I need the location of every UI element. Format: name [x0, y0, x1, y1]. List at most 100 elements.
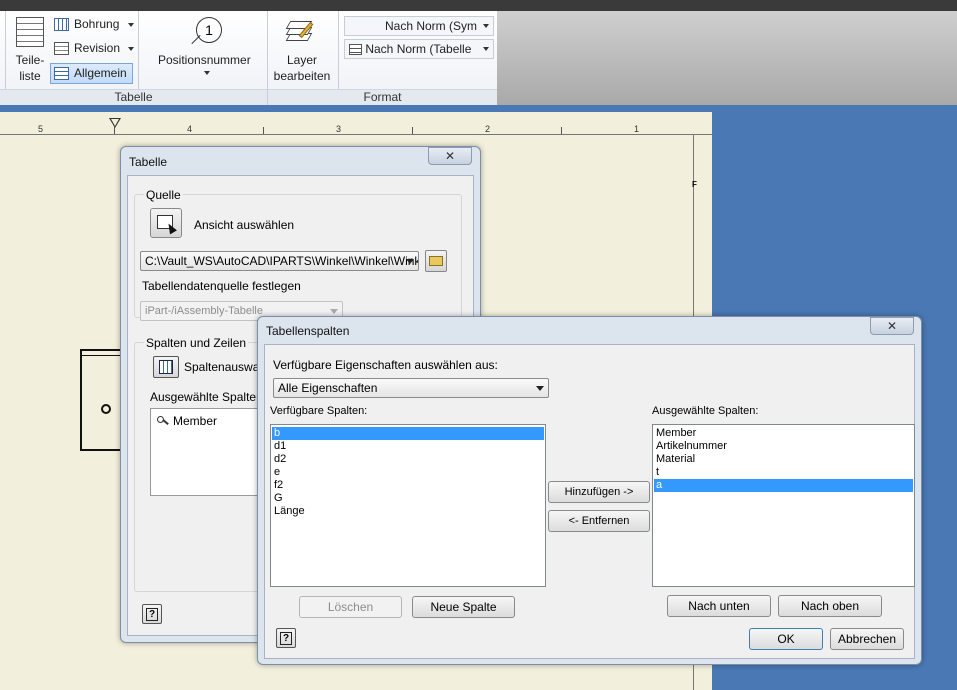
ruler-number: 4 [187, 124, 193, 134]
balloon-button[interactable]: 1 Positionsnummer [150, 15, 264, 87]
ruler-number: 5 [38, 124, 44, 134]
delete-column-button[interactable]: Löschen [299, 596, 402, 618]
list-item[interactable]: Artikelnummer [654, 440, 727, 453]
folder-icon [429, 256, 443, 266]
ribbon-empty-area [497, 11, 957, 105]
revision-table-label: Revision [74, 41, 121, 55]
props-from-label: Verfügbare Eigenschaften auswählen aus: [273, 358, 498, 372]
help-icon: ? [280, 632, 292, 645]
edit-layers-label-line2: bearbeiten [273, 69, 331, 83]
column-chooser-icon [159, 360, 173, 374]
cursor-arrow-icon [165, 221, 177, 235]
browse-file-button[interactable] [425, 250, 447, 272]
list-item[interactable]: t [654, 466, 659, 479]
symbol-style-value: Nach Norm (Sym [384, 19, 477, 33]
hole-table-icon [54, 18, 69, 31]
group-title-format: Format [268, 89, 497, 105]
ribbon-panel: Teile- liste Bohrung Revision Allgemein … [0, 11, 497, 105]
ruler-number: 1 [634, 124, 640, 134]
ruler-tick [561, 127, 562, 134]
remove-column-button[interactable]: <- Entfernen [548, 510, 650, 532]
add-column-button[interactable]: Hinzufügen -> [548, 481, 650, 503]
datasource-label: Tabellendatenquelle festlegen [142, 279, 301, 293]
source-file-value: C:\Vault_WS\AutoCAD\IPARTS\Winkel\Winkel… [145, 254, 419, 268]
balloon-icon: 1 [196, 17, 222, 43]
general-table-button[interactable]: Allgemein [50, 63, 133, 84]
selected-column-item[interactable]: Member [173, 414, 217, 428]
chevron-down-icon [483, 47, 489, 51]
parts-list-button[interactable]: Teile- liste [10, 15, 50, 87]
selected-columns-label: Ausgewählte Spalten [150, 390, 263, 404]
chevron-down-icon [128, 23, 134, 27]
new-column-button[interactable]: Neue Spalte [412, 596, 515, 618]
hole-table-label: Bohrung [74, 17, 120, 31]
list-item[interactable]: a [654, 479, 913, 492]
move-down-button[interactable]: Nach unten [667, 595, 771, 617]
table-style-icon [349, 44, 362, 56]
list-item[interactable]: f2 [272, 479, 283, 492]
group-title-table: Tabelle [0, 89, 267, 105]
title-strip [0, 0, 957, 11]
general-table-icon [54, 67, 69, 80]
help-icon: ? [146, 608, 158, 621]
hole-table-button[interactable]: Bohrung [52, 15, 136, 35]
key-icon [157, 416, 169, 426]
sheet-border-top [0, 134, 712, 135]
table-style-value: Nach Norm (Tabelle [365, 42, 472, 56]
source-file-combo[interactable]: C:\Vault_WS\AutoCAD\IPARTS\Winkel\Winkel… [140, 251, 419, 271]
chevron-down-icon [536, 386, 544, 391]
cancel-button[interactable]: Abbrechen [830, 628, 904, 650]
edit-layers-button[interactable]: Layer bearbeiten [270, 15, 334, 87]
available-columns-list[interactable]: b d1 d2 e f2 G Länge [270, 424, 546, 587]
columns-rows-group-label: Spalten und Zeilen [144, 336, 249, 350]
close-icon: ✕ [886, 319, 898, 333]
columns-dialog-client: Verfügbare Eigenschaften auswählen aus: … [264, 344, 915, 659]
columns-dialog: Tabellenspalten ✕ Verfügbare Eigenschaft… [257, 316, 922, 665]
list-item[interactable]: b [272, 427, 544, 440]
layers-icon [285, 19, 314, 45]
help-button[interactable]: ? [276, 628, 296, 648]
help-button[interactable]: ? [142, 604, 162, 624]
selected-columns-list[interactable]: Member Artikelnummer Material t a [652, 424, 915, 587]
props-from-value: Alle Eigenschaften [278, 381, 378, 395]
center-mark-inner [111, 119, 119, 126]
drawing-hole [101, 404, 111, 414]
available-columns-label: Verfügbare Spalten: [270, 405, 368, 417]
parts-list-label-line1: Teile- [15, 53, 45, 67]
general-table-label: Allgemein [74, 66, 127, 80]
ruler-number: 3 [336, 124, 342, 134]
table-style-combo[interactable]: Nach Norm (Tabelle [344, 39, 494, 59]
ruler-tick [114, 127, 115, 134]
balloon-label: Positionsnummer [158, 53, 251, 67]
close-button[interactable]: ✕ [870, 317, 914, 335]
list-item[interactable]: Material [654, 453, 695, 466]
ok-button[interactable]: OK [749, 628, 823, 650]
chevron-down-icon [128, 47, 134, 51]
close-icon: ✕ [444, 149, 456, 163]
list-item[interactable]: e [272, 466, 280, 479]
chevron-down-icon [330, 309, 338, 314]
chevron-down-icon [204, 71, 210, 75]
edit-layers-label-line1: Layer [286, 53, 318, 67]
props-from-combo[interactable]: Alle Eigenschaften [273, 378, 549, 398]
column-chooser-button[interactable] [153, 356, 179, 378]
list-item[interactable]: Member [654, 427, 696, 440]
chevron-down-icon [406, 259, 414, 264]
close-button[interactable]: ✕ [428, 147, 472, 165]
list-item[interactable]: G [272, 492, 283, 505]
ruler-tick [412, 127, 413, 134]
symbol-style-combo[interactable]: Nach Norm (Sym [344, 16, 494, 36]
list-item[interactable]: d2 [272, 453, 286, 466]
list-item[interactable]: d1 [272, 440, 286, 453]
select-view-button[interactable] [150, 208, 182, 238]
revision-table-button[interactable]: Revision [52, 39, 136, 59]
move-up-button[interactable]: Nach oben [778, 595, 882, 617]
table-dialog-title: Tabelle [129, 155, 168, 169]
columns-dialog-title: Tabellenspalten [266, 324, 350, 338]
chevron-down-icon [483, 24, 489, 28]
list-item[interactable]: Länge [272, 505, 305, 518]
column-chooser-label: Spaltenauswa [184, 360, 260, 374]
zone-letter: F [692, 180, 697, 189]
parts-list-icon [16, 17, 44, 47]
datasource-value: iPart-/iAssembly-Tabelle [145, 305, 263, 317]
